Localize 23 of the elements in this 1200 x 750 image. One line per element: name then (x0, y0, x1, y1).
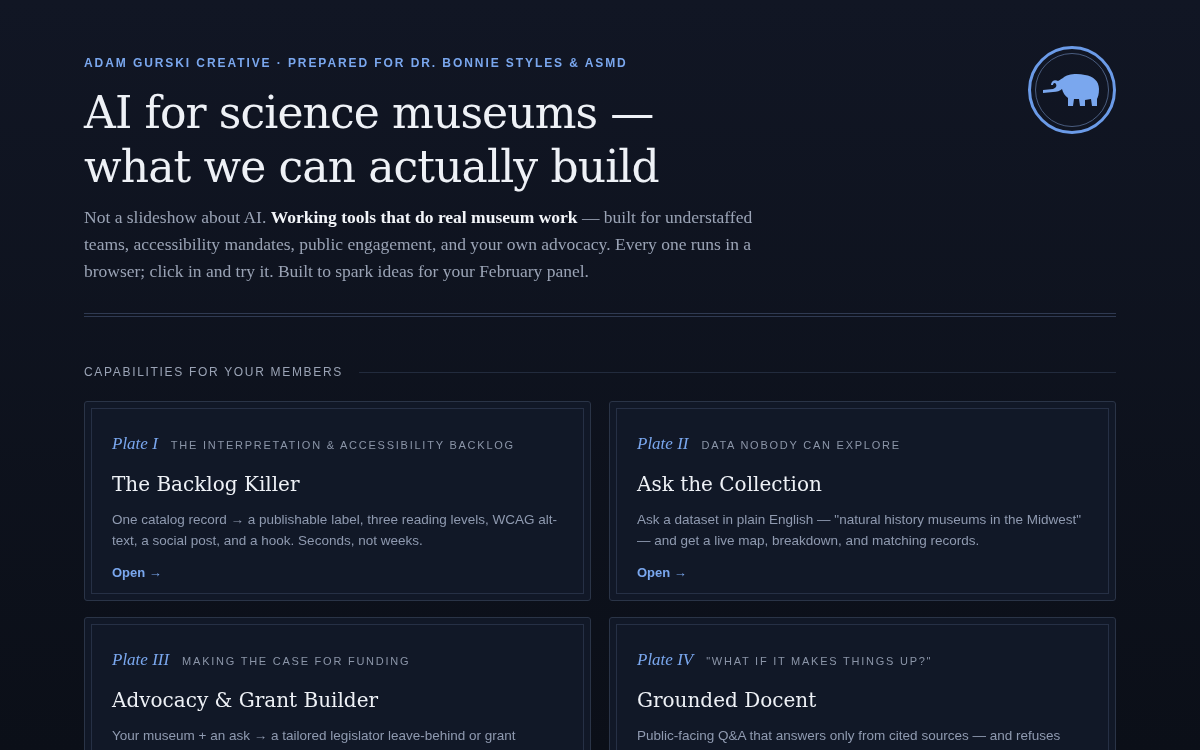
open-link[interactable]: Open → (637, 562, 687, 582)
plate-description: Ask a dataset in plain English — "natural history museums in the Midwest" — and get a live map, breakdown, and matching records. (637, 510, 1083, 550)
page-title: AI for science museums — (84, 86, 654, 140)
plate-title: Ask the Collection (637, 470, 823, 498)
plate-number: Plate I (112, 433, 158, 455)
plate-category: DATA NOBODY CAN EXPLORE (701, 438, 901, 453)
plate-category: MAKING THE CASE FOR FUNDING (182, 654, 411, 669)
plate-category: "WHAT IF IT MAKES THINGS UP?" (706, 654, 933, 669)
plate-category: THE INTERPRETATION & ACCESSIBILITY BACKLOG (170, 438, 515, 453)
plate-title: Advocacy & Grant Builder (112, 686, 380, 714)
plate-title: Grounded Docent (637, 686, 818, 714)
plate-number: Plate III (112, 649, 170, 671)
plate-title: The Backlog Killer (112, 470, 301, 498)
plate-description: Your museum + an ask → a tailored legislator leave-behind or grant (112, 726, 517, 745)
intro-paragraph: Not a slideshow about AI. Working tools that do real museum work — built for understaffed teams, accessibility mandates, public engagement, and your own advocacy. Every one runs in a browser; click in and try it. Built to spark ideas for your February panel. (84, 206, 754, 283)
plate-description: Public-facing Q&A that answers only from cited sources — and refuses (637, 726, 1062, 745)
plate-description: One catalog record → a publishable label, three reading levels, WCAG alt-text, a social post, and a hook. Seconds, not weeks. (112, 510, 558, 550)
eyebrow-text: ADAM GURSKI CREATIVE · PREPARED FOR DR. BONNIE STYLES & ASMD (84, 55, 629, 72)
plate-number: Plate II (637, 433, 689, 455)
plate-number: Plate IV (637, 649, 694, 671)
open-link[interactable]: Open → (112, 562, 162, 582)
page-title: what we can actually build (84, 140, 659, 194)
section-label: CAPABILITIES FOR YOUR MEMBERS (84, 364, 343, 381)
